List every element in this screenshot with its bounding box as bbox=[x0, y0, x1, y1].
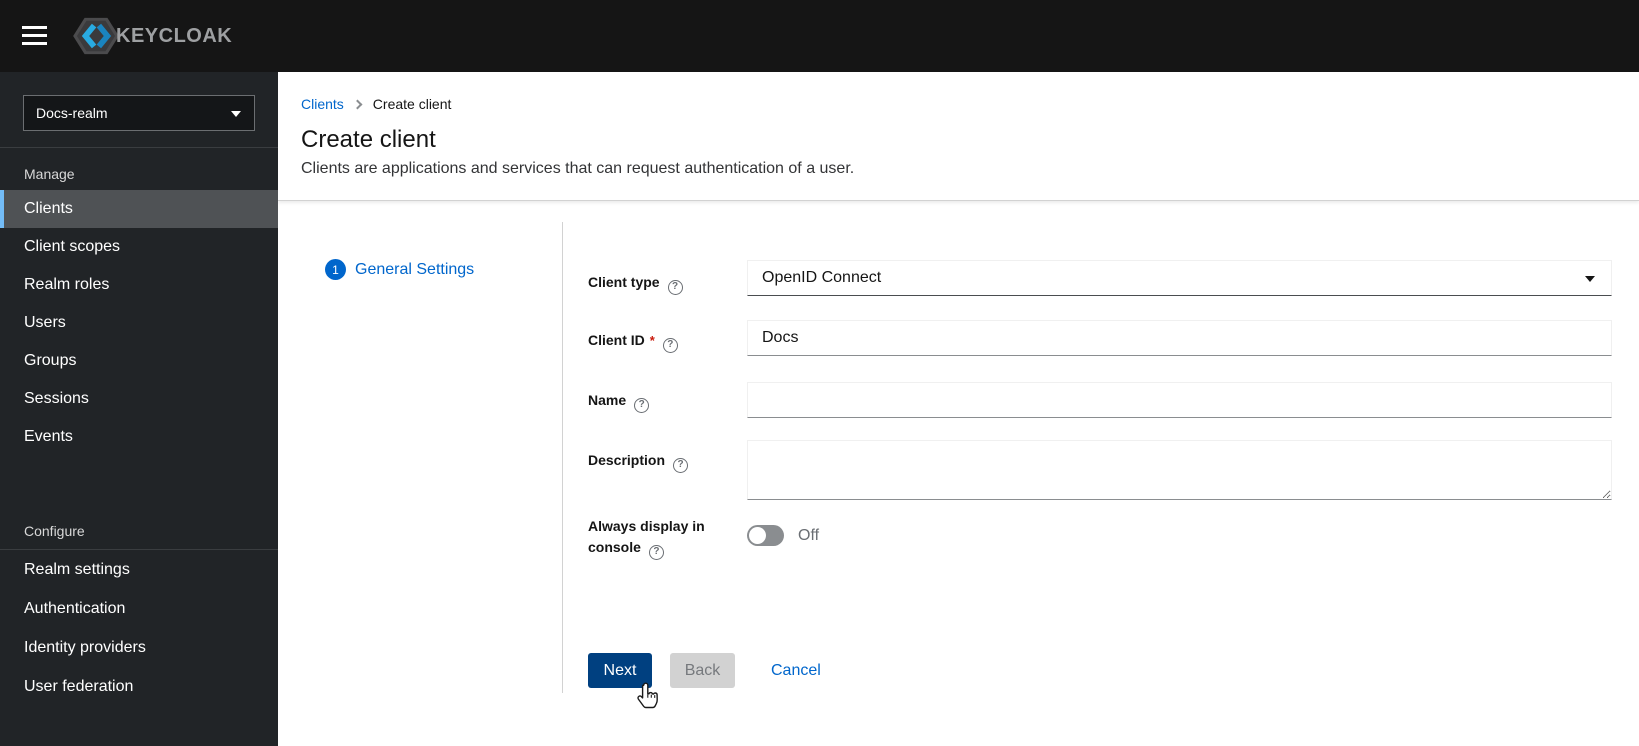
required-asterisk: * bbox=[649, 333, 655, 348]
nav-group-title-manage: Manage bbox=[24, 166, 75, 182]
description-label-row: Description bbox=[588, 450, 730, 473]
sidebar-item-client-scopes[interactable]: Client scopes bbox=[0, 228, 278, 266]
always-display-toggle[interactable] bbox=[747, 525, 784, 546]
client-type-label-row: Client type bbox=[588, 272, 730, 295]
hamburger-menu-icon[interactable] bbox=[22, 26, 47, 45]
help-icon[interactable] bbox=[667, 279, 683, 295]
sidebar-item-user-federation[interactable]: User federation bbox=[0, 667, 278, 706]
name-input[interactable] bbox=[747, 382, 1612, 418]
page-title: Create client bbox=[301, 126, 436, 153]
page-header: Clients Create client Create client Clie… bbox=[278, 72, 1639, 201]
page-description: Clients are applications and services th… bbox=[301, 160, 855, 177]
create-client-wizard: 1 General Settings Client type OpenID Co… bbox=[278, 201, 1639, 746]
sidebar-item-users[interactable]: Users bbox=[0, 304, 278, 342]
realm-selector[interactable]: Docs-realm bbox=[23, 95, 255, 131]
keycloak-logo: KEYCLOAK bbox=[70, 16, 232, 56]
help-icon[interactable] bbox=[673, 457, 689, 473]
nav-group-title-configure: Configure bbox=[0, 505, 278, 550]
description-label: Description bbox=[588, 452, 666, 468]
toggle-knob bbox=[749, 527, 766, 544]
caret-down-icon bbox=[1585, 276, 1595, 282]
back-button[interactable]: Back bbox=[670, 653, 735, 688]
sidebar-item-identity-providers[interactable]: Identity providers bbox=[0, 628, 278, 667]
always-display-switch-row: Off bbox=[747, 525, 819, 546]
client-id-label-row: Client ID * bbox=[588, 330, 730, 353]
realm-selector-section: Docs-realm bbox=[0, 72, 278, 148]
breadcrumb: Clients Create client bbox=[301, 96, 451, 112]
step-number-badge: 1 bbox=[325, 259, 346, 280]
breadcrumb-clients-link[interactable]: Clients bbox=[301, 96, 344, 112]
keycloak-admin-console: KEYCLOAK Docs-realm Manage Clients Clien… bbox=[0, 0, 1639, 746]
sidebar-item-groups[interactable]: Groups bbox=[0, 342, 278, 380]
sidebar-item-clients[interactable]: Clients bbox=[0, 190, 278, 228]
always-display-label: Always display in console bbox=[588, 518, 705, 555]
client-type-value: OpenID Connect bbox=[762, 269, 882, 286]
client-type-select[interactable]: OpenID Connect bbox=[747, 260, 1612, 296]
sidebar-item-events[interactable]: Events bbox=[0, 418, 278, 456]
wizard-step-general-settings[interactable]: 1 General Settings bbox=[325, 259, 474, 280]
step-label: General Settings bbox=[355, 260, 475, 278]
realm-selector-value: Docs-realm bbox=[36, 105, 108, 121]
name-label-row: Name bbox=[588, 390, 730, 413]
next-button[interactable]: Next bbox=[588, 653, 652, 688]
name-label: Name bbox=[588, 392, 627, 408]
sidebar-nav: Docs-realm Manage Clients Client scopes … bbox=[0, 72, 278, 746]
help-icon[interactable] bbox=[634, 397, 650, 413]
cancel-button[interactable]: Cancel bbox=[771, 653, 821, 688]
client-id-input[interactable] bbox=[747, 320, 1612, 356]
always-display-label-row: Always display in console bbox=[588, 516, 730, 560]
chevron-down-icon bbox=[231, 111, 241, 117]
keycloak-logo-icon bbox=[73, 17, 119, 55]
top-bar: KEYCLOAK bbox=[0, 0, 1639, 72]
description-textarea[interactable] bbox=[747, 440, 1612, 500]
client-id-label: Client ID bbox=[588, 332, 645, 348]
sidebar-item-realm-roles[interactable]: Realm roles bbox=[0, 266, 278, 304]
main-content: Clients Create client Create client Clie… bbox=[278, 72, 1639, 746]
sidebar-item-authentication[interactable]: Authentication bbox=[0, 589, 278, 628]
help-icon[interactable] bbox=[662, 337, 678, 353]
client-type-label: Client type bbox=[588, 274, 660, 290]
sidebar-item-realm-settings[interactable]: Realm settings bbox=[0, 550, 278, 589]
logo-text: KEYCLOAK bbox=[116, 24, 233, 47]
breadcrumb-current: Create client bbox=[372, 96, 452, 112]
sidebar-item-sessions[interactable]: Sessions bbox=[0, 380, 278, 418]
help-icon[interactable] bbox=[648, 544, 664, 560]
wizard-divider bbox=[562, 222, 563, 693]
chevron-right-icon bbox=[352, 99, 363, 109]
toggle-state-label: Off bbox=[798, 526, 820, 544]
